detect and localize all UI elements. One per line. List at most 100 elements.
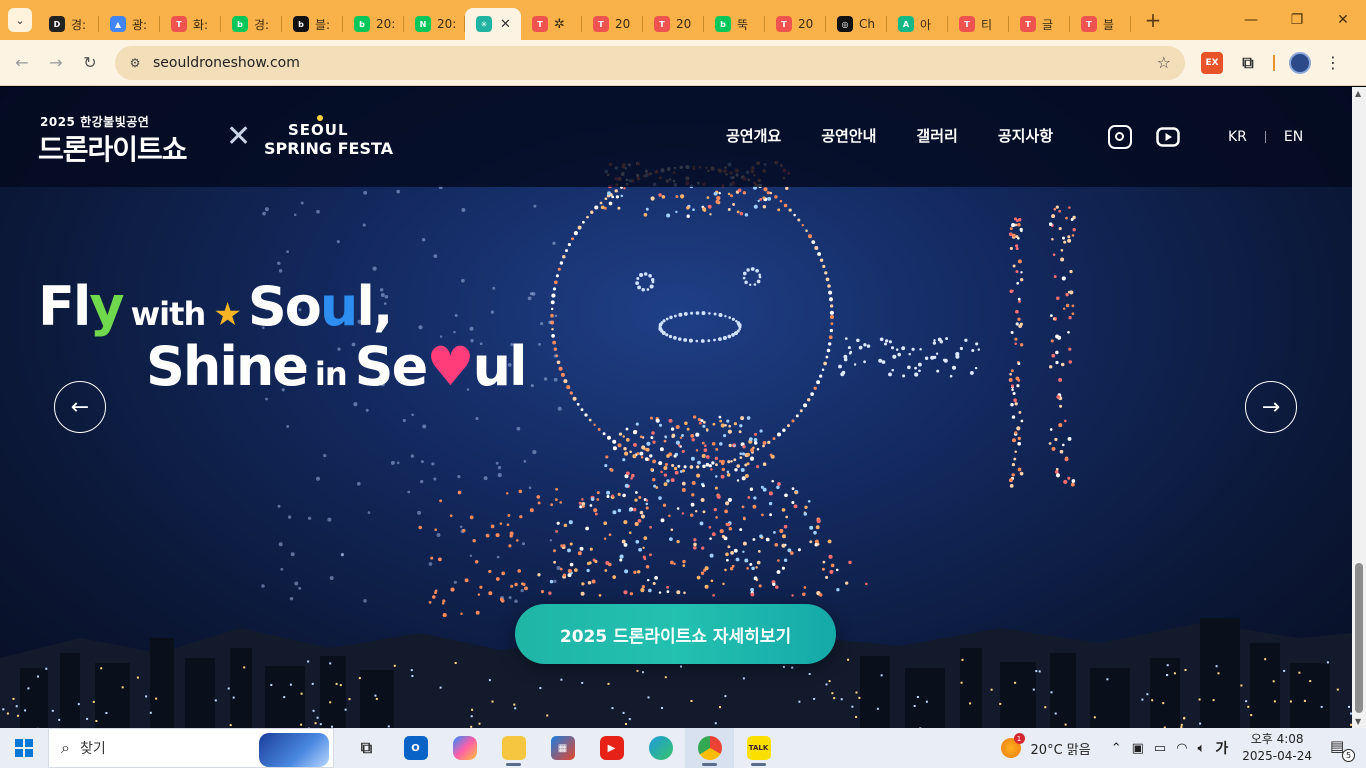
browser-tab[interactable]: T 화: — [160, 8, 221, 40]
chatgpt-icon: ◎ — [837, 16, 853, 32]
naver-blog-icon: b — [232, 16, 248, 32]
address-bar[interactable]: ⚙ seouldroneshow.com ☆ — [115, 45, 1185, 80]
menu-item-overview[interactable]: 공연개요 — [726, 125, 781, 146]
youtube-app-button[interactable]: ▶ — [587, 728, 636, 768]
browser-tab[interactable]: b뚝 — [704, 8, 765, 40]
outlook-button[interactable]: O — [391, 728, 440, 768]
start-button[interactable] — [0, 728, 48, 768]
hero-word-fl: Fl — [38, 275, 91, 338]
new-tab-button[interactable]: + — [1141, 8, 1165, 32]
wifi-icon[interactable]: ◠ — [1176, 741, 1187, 756]
page-scrollbar[interactable]: ▲ ▼ — [1352, 87, 1366, 728]
tab-search-button[interactable]: ⌄ — [8, 8, 32, 32]
back-button[interactable]: ← — [5, 46, 39, 80]
naver-icon: N — [415, 16, 431, 32]
close-tab-icon[interactable]: ✕ — [500, 17, 511, 32]
carousel-prev-button[interactable]: ← — [54, 381, 106, 433]
clock[interactable]: 오후 4:08 2025-04-24 — [1242, 731, 1312, 765]
lang-divider — [1264, 131, 1266, 143]
brand-cross: ✕ — [226, 119, 252, 154]
language-switcher: KR EN — [1228, 129, 1303, 145]
forward-button[interactable]: → — [39, 46, 73, 80]
restore-button[interactable]: ❐ — [1274, 0, 1320, 40]
brand-logo[interactable]: 드론라이트쇼 — [38, 128, 188, 168]
festa-logo-line2[interactable]: SPRING FESTA — [264, 139, 393, 158]
reload-button[interactable]: ↻ — [73, 46, 107, 80]
lang-en-link[interactable]: EN — [1284, 129, 1303, 145]
browser-tab[interactable]: T티 — [948, 8, 1009, 40]
heart-icon: ♥ — [426, 335, 474, 398]
scrollbar-thumb[interactable] — [1355, 563, 1363, 713]
browser-tab[interactable]: D 경: — [38, 8, 99, 40]
hero-title-line2: Shine in Se ♥ ul — [146, 335, 528, 398]
browser-tab[interactable]: b 블: — [282, 8, 343, 40]
bookmark-star-icon[interactable]: ☆ — [1157, 53, 1171, 72]
tistory-icon: T — [1081, 16, 1097, 32]
minimize-button[interactable]: — — [1228, 0, 1274, 40]
tab-title: 티 — [981, 17, 993, 32]
weather-widget[interactable]: 1 20°C 맑음 — [1000, 733, 1091, 758]
profile-avatar[interactable] — [1289, 51, 1311, 74]
menu-item-notice[interactable]: 공지사항 — [998, 125, 1053, 146]
notification-button[interactable]: ▤ 5 — [1330, 737, 1355, 762]
browser-tab[interactable]: b 경: — [221, 8, 282, 40]
festa-logo-line1[interactable]: SEOUL — [288, 121, 349, 139]
site-info-icon[interactable]: ⚙ — [125, 53, 145, 73]
lang-kr-link[interactable]: KR — [1228, 129, 1247, 145]
ime-indicator[interactable]: 가 — [1215, 738, 1228, 758]
b-logo-icon: b — [293, 16, 309, 32]
browser-tab[interactable]: T블 — [1070, 8, 1131, 40]
hero-word-l: l, — [356, 275, 393, 338]
browser-tab[interactable]: T글 — [1009, 8, 1070, 40]
site-header: 2025 한강불빛공연 드론라이트쇼 ✕ SEOUL SPRING FESTA … — [0, 87, 1352, 187]
youtube-app-icon: ▶ — [599, 736, 624, 760]
taskbar-apps: ⧉ O ▦ ▶ TALK — [342, 728, 783, 768]
meet-icon[interactable]: ▣ — [1132, 741, 1144, 756]
kakaotalk-button[interactable]: TALK — [734, 728, 783, 768]
menu-item-info[interactable]: 공연안내 — [821, 125, 876, 146]
youtube-icon[interactable] — [1156, 125, 1180, 149]
scroll-down-icon[interactable]: ▼ — [1355, 717, 1361, 726]
browser-tab[interactable]: b 20: — [343, 8, 404, 40]
browser-tab[interactable]: T 20 — [643, 8, 704, 40]
browser-tab[interactable]: ✳ ✕ — [465, 8, 521, 40]
store-button[interactable]: ▦ — [538, 728, 587, 768]
close-window-button[interactable]: ✕ — [1320, 0, 1366, 40]
d-logo-icon: D — [49, 16, 65, 32]
arrow-right-icon: → — [1261, 394, 1281, 420]
volume-icon[interactable]: 🔈︎ — [1198, 741, 1206, 756]
browser-tab[interactable]: T 20 — [582, 8, 643, 40]
menu-kebab-icon[interactable]: ⋮ — [1325, 53, 1341, 72]
social-links — [1108, 125, 1180, 149]
tab-title: 화: — [193, 17, 209, 32]
browser-tab[interactable]: T ✲ — [521, 8, 582, 40]
tab-title: 20 — [676, 17, 692, 31]
browser-tab[interactable]: N 20: — [404, 8, 465, 40]
hero-letter-y: y — [89, 275, 124, 338]
extensions-puzzle-icon[interactable]: ⧉ — [1237, 52, 1259, 74]
edge-button[interactable] — [636, 728, 685, 768]
hero-letter-u: u — [319, 275, 358, 338]
reload-icon: ↻ — [83, 53, 97, 72]
browser-tab[interactable]: T 20 — [765, 8, 826, 40]
carousel-next-button[interactable]: → — [1245, 381, 1297, 433]
instagram-icon[interactable] — [1108, 125, 1132, 149]
chrome-button[interactable] — [685, 728, 734, 768]
ex-extension-icon[interactable]: EX — [1201, 51, 1223, 74]
file-explorer-button[interactable] — [489, 728, 538, 768]
gear-icon: ✲ — [554, 16, 565, 32]
details-cta-button[interactable]: 2025 드론라이트쇼 자세히보기 — [515, 604, 836, 664]
menu-item-gallery[interactable]: 갤러리 — [916, 125, 957, 146]
browser-tab[interactable]: A아 — [887, 8, 948, 40]
battery-icon[interactable]: ▭ — [1154, 741, 1166, 756]
chevron-up-icon[interactable]: ⌃ — [1111, 741, 1122, 756]
browser-tab[interactable]: ▲ 광: — [99, 8, 160, 40]
taskbar-search[interactable]: ⌕ 찾기 — [48, 728, 334, 768]
copilot-button[interactable] — [440, 728, 489, 768]
task-view-button[interactable]: ⧉ — [342, 728, 391, 768]
arrow-left-icon: ← — [15, 53, 29, 72]
scroll-up-icon[interactable]: ▲ — [1355, 89, 1361, 98]
clock-date: 2025-04-24 — [1242, 749, 1312, 763]
browser-tab[interactable]: ◎ Ch — [826, 8, 887, 40]
url-text[interactable]: seouldroneshow.com — [153, 55, 300, 71]
